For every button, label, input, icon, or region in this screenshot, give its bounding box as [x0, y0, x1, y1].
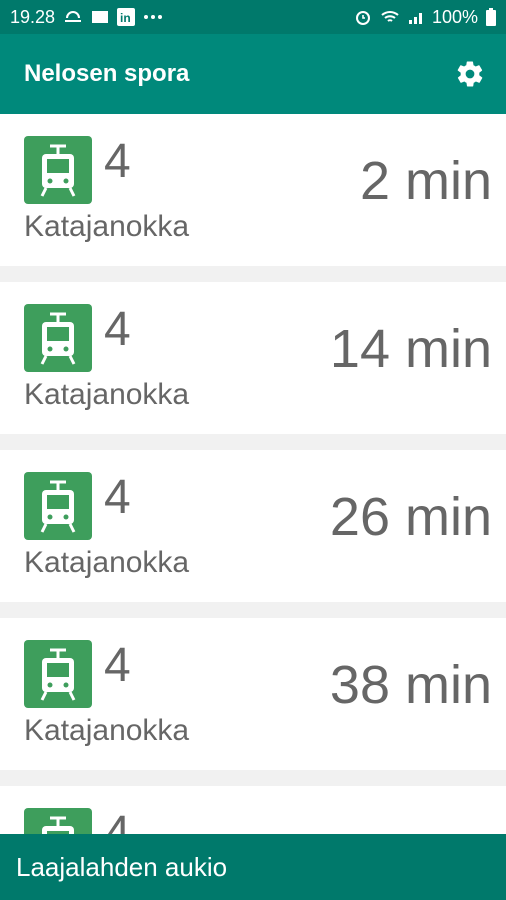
- destination: Katajanokka: [24, 714, 190, 747]
- weather-icon: [63, 9, 83, 25]
- app-title: Nelosen spora: [24, 60, 190, 87]
- eta: 26 min: [329, 487, 492, 547]
- image-icon: [91, 9, 109, 25]
- signal-icon: [408, 9, 424, 25]
- destination: Katajanokka: [24, 546, 190, 579]
- gear-icon[interactable]: [454, 58, 486, 90]
- tram-icon: [24, 472, 92, 540]
- app-bar: Nelosen spora: [0, 34, 506, 114]
- stop-name-bar[interactable]: Laajalahden aukio: [0, 834, 506, 900]
- svg-text:in: in: [120, 11, 131, 25]
- departure-item[interactable]: 4 Katajanokka 38 min: [0, 618, 506, 770]
- line-number: 4: [104, 807, 131, 834]
- departure-item[interactable]: 4 Katajanokka 14 min: [0, 282, 506, 434]
- alarm-icon: [354, 8, 372, 26]
- eta: 14 min: [329, 319, 492, 379]
- eta: 38 min: [329, 655, 492, 715]
- wifi-icon: [380, 9, 400, 25]
- tram-icon: [24, 640, 92, 708]
- clock: 19.28: [10, 6, 56, 27]
- more-icon: [143, 14, 163, 20]
- line-number: 4: [104, 303, 131, 356]
- destination: Katajanokka: [24, 210, 190, 243]
- status-bar: 19.28 in 100%: [0, 0, 506, 34]
- line-number: 4: [104, 135, 131, 188]
- battery-icon: [486, 8, 496, 26]
- departure-item[interactable]: 4 Katajanokka 2 min: [0, 114, 506, 266]
- line-number: 4: [104, 471, 131, 524]
- tram-icon: [24, 304, 92, 372]
- departure-item[interactable]: 4: [0, 786, 506, 834]
- tram-icon: [24, 808, 92, 834]
- stop-name: Laajalahden aukio: [16, 851, 228, 882]
- line-number: 4: [104, 639, 131, 692]
- departure-item[interactable]: 4 Katajanokka 26 min: [0, 450, 506, 602]
- linkedin-icon: in: [117, 8, 136, 26]
- destination: Katajanokka: [24, 378, 190, 411]
- eta: 2 min: [359, 151, 492, 211]
- departure-list[interactable]: 4 Katajanokka 2 min 4 Katajanokka 14 min…: [0, 114, 506, 834]
- battery-level: 100%: [431, 6, 478, 27]
- tram-icon: [24, 136, 92, 204]
